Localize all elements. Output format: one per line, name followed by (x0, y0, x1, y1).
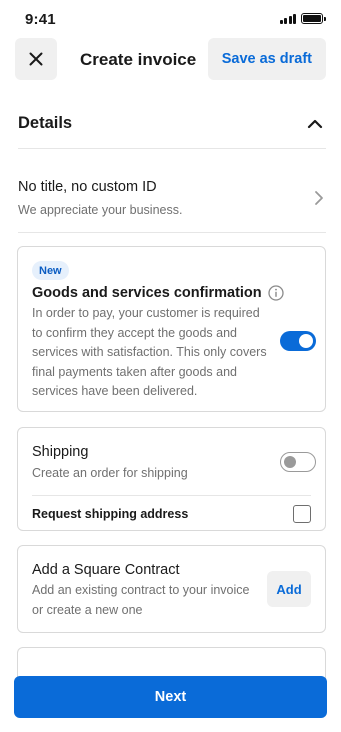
request-shipping-address-checkbox[interactable] (293, 505, 311, 523)
invoice-title-row[interactable]: No title, no custom ID We appreciate you… (0, 165, 341, 231)
shipping-toggle[interactable] (280, 452, 316, 472)
battery-icon (301, 13, 326, 24)
close-button[interactable] (15, 38, 57, 80)
section-title: Details (18, 114, 73, 132)
chevron-up-icon[interactable] (305, 114, 325, 134)
invoice-title: No title, no custom ID (18, 179, 157, 195)
signal-icon (279, 13, 296, 24)
goods-confirmation-heading: Goods and services confirmation (32, 285, 284, 301)
next-button[interactable]: Next (14, 676, 327, 718)
new-badge: New (32, 261, 69, 280)
toggle-knob (299, 334, 313, 348)
save-as-draft-button[interactable]: Save as draft (207, 38, 326, 80)
chevron-right-icon (315, 191, 323, 205)
description-line: to confirm they accept the goods and (32, 325, 237, 340)
status-time: 9:41 (25, 11, 56, 28)
details-section-header[interactable]: Details (0, 100, 341, 148)
goods-confirmation-toggle[interactable] (280, 331, 316, 351)
contract-description: Add an existing contract to your invoice… (32, 581, 249, 620)
shipping-description: Create an order for shipping (32, 466, 188, 480)
description-line: services have been delivered. (32, 384, 198, 398)
goods-confirmation-title: Goods and services confirmation (32, 285, 262, 301)
request-shipping-address-label: Request shipping address (32, 507, 189, 521)
divider (18, 148, 326, 149)
invoice-message: We appreciate your business. (18, 203, 183, 217)
status-bar: 9:41 (0, 0, 341, 36)
description-line: or create a new one (32, 602, 143, 617)
toggle-knob (284, 455, 296, 468)
close-icon (29, 52, 43, 66)
contract-title: Add a Square Contract (32, 562, 180, 578)
square-contract-card: Add a Square Contract Add an existing co… (17, 545, 326, 633)
description-line: services with satisfaction. This only co… (32, 345, 267, 359)
shipping-title: Shipping (32, 444, 89, 460)
description-line: Add an existing contract to your invoice (32, 583, 250, 597)
description-line: In order to pay, your customer is requir… (32, 306, 260, 320)
page-title: Create invoice (80, 50, 197, 69)
add-contract-button[interactable]: Add (267, 571, 311, 607)
divider (18, 232, 326, 233)
shipping-card: Shipping Create an order for shipping Re… (17, 427, 326, 531)
info-icon[interactable] (268, 285, 284, 301)
status-icons (279, 13, 326, 24)
description-line: final payments taken after goods and (32, 364, 237, 379)
goods-confirmation-description: In order to pay, your customer is requir… (32, 304, 282, 402)
header: Create invoice Save as draft (0, 38, 341, 80)
divider (32, 495, 311, 496)
goods-confirmation-card: New Goods and services confirmation In o… (17, 246, 326, 412)
